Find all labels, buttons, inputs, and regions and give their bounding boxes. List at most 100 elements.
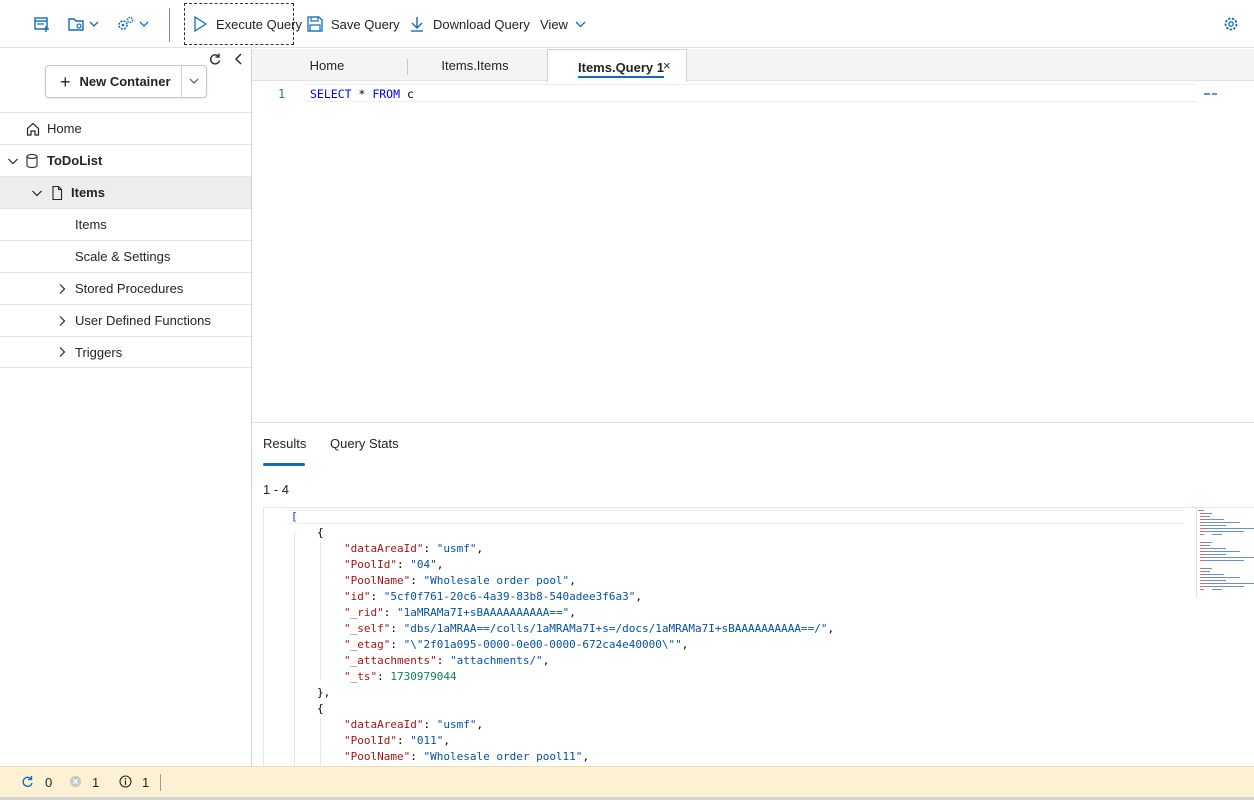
pane-splitter[interactable] [252, 422, 1254, 423]
results-minimap[interactable] [1194, 508, 1254, 603]
json-value: "1aMRAMa7I+sBAAAAAAAAAA==" [397, 606, 570, 619]
home-icon [25, 121, 41, 137]
chevron-down-icon [575, 19, 586, 29]
tree-item-home[interactable]: Home [0, 112, 251, 144]
json-row: "PoolId": "04", [344, 558, 444, 571]
json-value: "Wholesale order pool11" [423, 750, 583, 763]
info-icon [119, 774, 132, 791]
new-container-dropdown[interactable] [182, 66, 206, 97]
json-close-brace: }, [317, 686, 331, 699]
indent-guide [294, 532, 295, 766]
indent-guide [320, 718, 321, 766]
collapse-panel-icon[interactable] [232, 52, 246, 66]
close-icon[interactable]: × [663, 58, 671, 73]
save-query-button[interactable]: Save Query [305, 0, 400, 48]
open-folder-menu-button[interactable] [66, 0, 99, 48]
json-row: "PoolId": "011", [344, 734, 450, 747]
document-icon [50, 185, 64, 201]
operator-star: * [351, 87, 373, 101]
chevron-right-icon [56, 283, 68, 295]
settings-button[interactable] [1221, 0, 1241, 48]
save-query-label: Save Query [331, 16, 400, 32]
chevron-right-icon [56, 346, 68, 358]
play-icon [190, 14, 210, 34]
error-count: 1 [92, 775, 100, 790]
tree-item-udfs[interactable]: User Defined Functions [0, 304, 251, 336]
database-icon [25, 153, 39, 169]
plus-icon: + [60, 71, 71, 92]
command-bar: Execute Query Save Query Download Query … [0, 0, 1254, 48]
chevron-right-icon [56, 315, 68, 327]
refresh-icon[interactable] [208, 52, 222, 66]
tab-items-query-1[interactable]: Items.Query 1 × [547, 49, 687, 82]
resource-tree: Home ToDoList Items Items Scale & Settin… [0, 112, 251, 368]
chevron-down-icon [139, 19, 149, 29]
download-icon [407, 14, 427, 34]
chevron-down-icon [189, 74, 199, 89]
new-item-button[interactable] [32, 0, 52, 48]
json-value: "\"2f01a095-0000-0e00-0000-672ca4e40000\… [403, 638, 682, 651]
json-row: "dataAreaId": "usmf", [344, 542, 484, 555]
json-row: "PoolName": "Wholesale order pool", [344, 574, 576, 587]
json-open-bracket: [ [291, 510, 298, 523]
json-open-brace: { [317, 702, 324, 715]
error-status[interactable]: 1 [69, 767, 99, 798]
json-value: "usmf" [436, 718, 477, 731]
current-line-highlight [286, 510, 1184, 524]
results-json-viewer[interactable]: [ { "dataAreaId": "usmf", "PoolId": "04"… [263, 507, 1254, 766]
tree-item-label: Home [47, 121, 82, 136]
in-progress-status[interactable]: 0 [21, 767, 52, 798]
query-text[interactable]: SELECT * FROM c [310, 87, 414, 101]
new-sql-query-icon [32, 14, 52, 34]
tab-query-stats[interactable]: Query Stats [330, 436, 399, 451]
tree-item-label: Items [75, 217, 107, 232]
json-row: "_attachments": "attachments/", [344, 654, 550, 667]
json-row: "_self": "dbs/1aMRAA==/colls/1aMRAMa7I+s… [344, 622, 835, 635]
line-number: 1 [278, 87, 286, 101]
tree-item-container[interactable]: Items [0, 176, 251, 208]
indent-guide [320, 542, 321, 680]
info-status[interactable]: 1 [119, 767, 149, 798]
tree-item-label: Scale & Settings [75, 249, 171, 264]
json-value: "04" [410, 558, 437, 571]
keyword-from: FROM [372, 87, 401, 101]
editor-minimap[interactable] [1204, 84, 1220, 95]
json-row: "_ts": 1730979044 [344, 670, 457, 683]
refresh-icon [21, 775, 34, 791]
status-divider [160, 774, 161, 791]
json-row: "dataAreaId": "usmf", [344, 718, 484, 731]
json-row: "_etag": "\"2f01a095-0000-0e00-0000-672c… [344, 638, 689, 651]
gears-icon [116, 14, 136, 34]
active-tab-indicator [263, 463, 305, 466]
tree-item-database[interactable]: ToDoList [0, 144, 251, 176]
json-value: "dbs/1aMRAA==/colls/1aMRAMa7I+s=/docs/1a… [403, 622, 828, 635]
json-value: 1730979044 [390, 670, 457, 683]
json-value: "5cf0f761-20c6-4a39-83b8-540adee3f6a3" [383, 590, 636, 603]
tree-item-scale-settings[interactable]: Scale & Settings [0, 240, 251, 272]
query-editor[interactable]: 1 SELECT * FROM c [252, 82, 1254, 422]
alias: c [400, 87, 414, 101]
tab-results[interactable]: Results [263, 436, 306, 451]
view-menu-button[interactable]: View [534, 0, 586, 48]
new-container-label: New Container [79, 74, 171, 89]
execute-query-button[interactable]: Execute Query [190, 0, 302, 48]
in-progress-count: 0 [45, 775, 53, 790]
notification-bar: 0 1 1 [0, 766, 1254, 797]
error-icon [69, 775, 82, 791]
tree-item-triggers[interactable]: Triggers [0, 336, 251, 368]
keyword-select: SELECT [310, 87, 352, 101]
tab-home[interactable]: Home [252, 49, 402, 81]
execute-query-label: Execute Query [216, 16, 302, 32]
tree-item-label: User Defined Functions [75, 313, 211, 328]
tree-item-items[interactable]: Items [0, 208, 251, 240]
json-value: "011" [410, 734, 444, 747]
json-row: "PoolName": "Wholesale order pool11", [344, 750, 590, 763]
result-count: 1 - 4 [263, 482, 290, 497]
tree-item-stored-procedures[interactable]: Stored Procedures [0, 272, 251, 304]
json-value: "Wholesale order pool" [423, 574, 570, 587]
tab-items-items[interactable]: Items.Items [408, 49, 542, 81]
settings-menu-button[interactable] [116, 0, 149, 48]
new-container-button[interactable]: + New Container [46, 66, 182, 97]
folder-icon [66, 14, 86, 34]
download-query-button[interactable]: Download Query [407, 0, 530, 48]
